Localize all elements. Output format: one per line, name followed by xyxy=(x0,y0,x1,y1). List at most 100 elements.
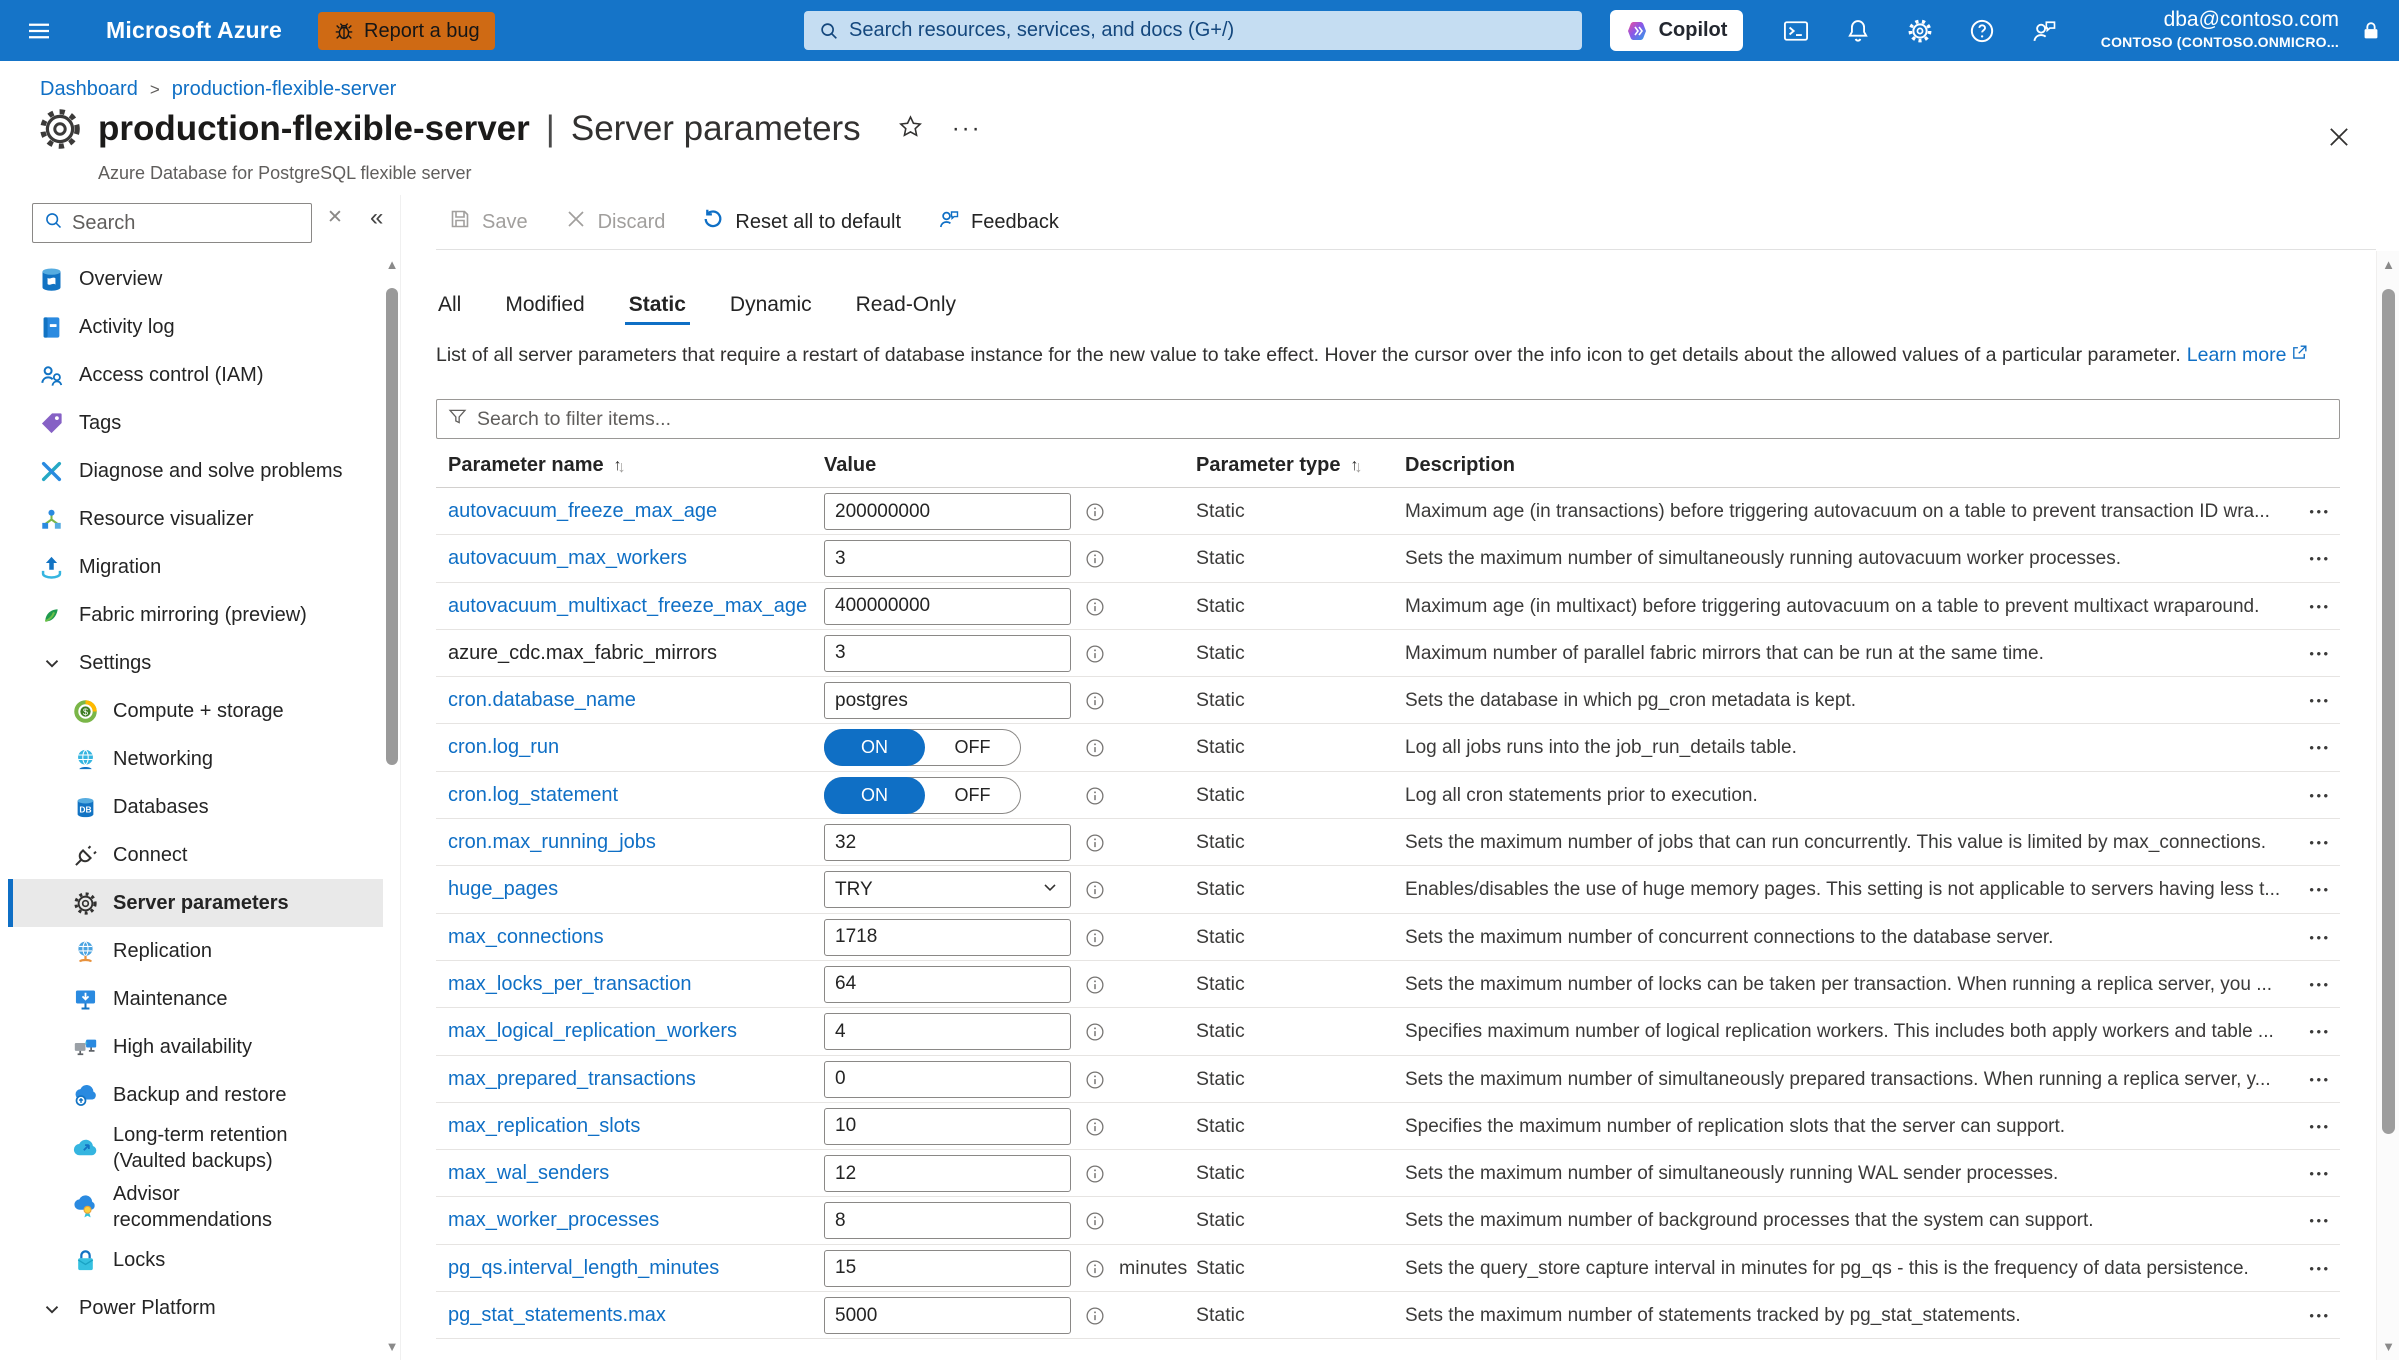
filter-box[interactable] xyxy=(436,399,2340,439)
parameter-name-link[interactable]: autovacuum_multixact_freeze_max_age xyxy=(448,583,807,630)
info-icon[interactable] xyxy=(1084,1163,1106,1185)
row-more-menu[interactable]: ••• xyxy=(2298,583,2342,630)
learn-more-link[interactable]: Learn more xyxy=(2187,343,2310,368)
sidebar-item-server-parameters[interactable]: Server parameters xyxy=(8,879,383,927)
parameter-name-link[interactable]: cron.log_statement xyxy=(448,772,618,819)
title-more-menu[interactable]: ··· xyxy=(952,117,982,141)
column-parameter-name[interactable]: Parameter name ↑↓ xyxy=(448,443,630,488)
info-icon[interactable] xyxy=(1084,737,1106,759)
info-icon[interactable] xyxy=(1084,832,1106,854)
info-icon[interactable] xyxy=(1084,501,1106,523)
row-more-menu[interactable]: ••• xyxy=(2298,914,2342,961)
feedback-person-icon[interactable] xyxy=(2029,16,2059,46)
global-search-input[interactable] xyxy=(849,19,1582,42)
parameter-name-link[interactable]: max_wal_senders xyxy=(448,1150,609,1197)
row-more-menu[interactable]: ••• xyxy=(2298,1008,2342,1055)
sidebar-item-advisor-recommendations[interactable]: Advisor recommendations xyxy=(8,1178,383,1237)
row-more-menu[interactable]: ••• xyxy=(2298,866,2342,913)
value-input[interactable] xyxy=(824,1202,1071,1240)
scroll-down-icon[interactable]: ▼ xyxy=(385,1339,399,1354)
sidebar-search-box[interactable] xyxy=(32,203,312,243)
parameter-name-link[interactable]: max_locks_per_transaction xyxy=(448,961,691,1008)
value-input[interactable] xyxy=(824,1249,1071,1287)
sidebar-item-overview[interactable]: Overview xyxy=(8,255,383,303)
info-icon[interactable] xyxy=(1084,548,1106,570)
row-more-menu[interactable]: ••• xyxy=(2298,1197,2342,1244)
sidebar-item-locks[interactable]: Locks xyxy=(8,1237,383,1285)
value-input[interactable] xyxy=(824,918,1071,956)
main-scrollbar-thumb[interactable] xyxy=(2382,289,2395,1134)
sidebar-item-connect[interactable]: Connect xyxy=(8,831,383,879)
sidebar-item-high-availability[interactable]: High availability xyxy=(8,1023,383,1071)
tab-dynamic[interactable]: Dynamic xyxy=(728,293,814,329)
value-input[interactable] xyxy=(824,1013,1071,1051)
row-more-menu[interactable]: ••• xyxy=(2298,724,2342,771)
sidebar-scrollbar-thumb[interactable] xyxy=(386,288,398,765)
parameter-name-link[interactable]: cron.log_run xyxy=(448,724,559,771)
sidebar-collapse-icon[interactable]: « xyxy=(370,204,383,232)
value-input[interactable] xyxy=(824,1297,1071,1335)
parameter-name-link[interactable]: max_worker_processes xyxy=(448,1197,659,1244)
info-icon[interactable] xyxy=(1084,879,1106,901)
sort-icon[interactable]: ↑↓ xyxy=(614,443,630,488)
sort-icon[interactable]: ↑↓ xyxy=(1351,443,1367,488)
info-icon[interactable] xyxy=(1084,596,1106,618)
breadcrumb-dashboard[interactable]: Dashboard xyxy=(40,78,138,101)
toggle-on-segment[interactable]: ON xyxy=(824,729,925,767)
settings-gear-icon[interactable] xyxy=(1905,16,1935,46)
tab-all[interactable]: All xyxy=(436,293,463,329)
tab-static[interactable]: Static xyxy=(624,293,691,329)
info-icon[interactable] xyxy=(1084,1069,1106,1091)
reset-all-to-default-button[interactable]: Reset all to default xyxy=(701,207,901,237)
info-icon[interactable] xyxy=(1084,974,1106,996)
value-input[interactable] xyxy=(824,1107,1071,1145)
sidebar-item-resource-visualizer[interactable]: Resource visualizer xyxy=(8,495,383,543)
row-more-menu[interactable]: ••• xyxy=(2298,1056,2342,1103)
tab-modified[interactable]: Modified xyxy=(503,293,586,329)
sidebar-search-clear-icon[interactable]: ✕ xyxy=(327,206,343,229)
close-icon[interactable] xyxy=(2325,123,2353,156)
brand-title[interactable]: Microsoft Azure xyxy=(106,0,282,61)
sidebar-item-long-term-retention-vaulted-backups[interactable]: Long-term retention (Vaulted backups) xyxy=(8,1119,383,1178)
sidebar-search-input[interactable] xyxy=(72,211,311,235)
value-input[interactable] xyxy=(824,824,1071,862)
value-input[interactable] xyxy=(824,493,1071,530)
parameter-name-link[interactable]: max_logical_replication_workers xyxy=(448,1008,737,1055)
sidebar-item-fabric-mirroring-preview[interactable]: Fabric mirroring (preview) xyxy=(8,591,383,639)
hamburger-menu-icon[interactable] xyxy=(24,0,54,61)
value-select[interactable]: TRY xyxy=(824,871,1071,909)
save-button[interactable]: Save xyxy=(448,207,528,237)
value-toggle[interactable]: ON OFF xyxy=(824,776,1021,814)
info-icon[interactable] xyxy=(1084,785,1106,807)
parameter-name-link[interactable]: max_connections xyxy=(448,914,604,961)
main-scrollbar[interactable]: ▲ ▼ xyxy=(2376,251,2399,1360)
value-input[interactable] xyxy=(824,1155,1071,1193)
toggle-on-segment[interactable]: ON xyxy=(824,776,925,814)
sidebar-item-replication[interactable]: Replication xyxy=(8,927,383,975)
feedback-button[interactable]: Feedback xyxy=(937,207,1059,237)
account-info[interactable]: dba@contoso.com CONTOSO (CONTOSO.ONMICRO… xyxy=(2101,7,2339,51)
notifications-bell-icon[interactable] xyxy=(1843,16,1873,46)
parameter-name-link[interactable]: pg_stat_statements.max xyxy=(448,1292,666,1339)
parameter-name-link[interactable]: max_replication_slots xyxy=(448,1103,640,1150)
row-more-menu[interactable]: ••• xyxy=(2298,772,2342,819)
row-more-menu[interactable]: ••• xyxy=(2298,1292,2342,1339)
breadcrumb-resource[interactable]: production-flexible-server xyxy=(172,78,397,101)
copilot-button[interactable]: Copilot xyxy=(1610,10,1743,51)
info-icon[interactable] xyxy=(1084,1210,1106,1232)
sidebar-item-power-platform[interactable]: Power Platform xyxy=(8,1285,383,1333)
row-more-menu[interactable]: ••• xyxy=(2298,677,2342,724)
value-input[interactable] xyxy=(824,965,1071,1003)
global-search-box[interactable] xyxy=(804,11,1582,50)
info-icon[interactable] xyxy=(1084,1116,1106,1138)
sidebar-item-databases[interactable]: DB Databases xyxy=(8,783,383,831)
info-icon[interactable] xyxy=(1084,1021,1106,1043)
info-icon[interactable] xyxy=(1084,1258,1106,1280)
value-input[interactable] xyxy=(824,540,1071,578)
value-input[interactable] xyxy=(824,634,1071,672)
row-more-menu[interactable]: ••• xyxy=(2298,1150,2342,1197)
help-icon[interactable] xyxy=(1967,16,1997,46)
scroll-down-icon[interactable]: ▼ xyxy=(2377,1339,2399,1354)
sidebar-item-settings[interactable]: Settings xyxy=(8,639,383,687)
sidebar-item-backup-and-restore[interactable]: Backup and restore xyxy=(8,1071,383,1119)
